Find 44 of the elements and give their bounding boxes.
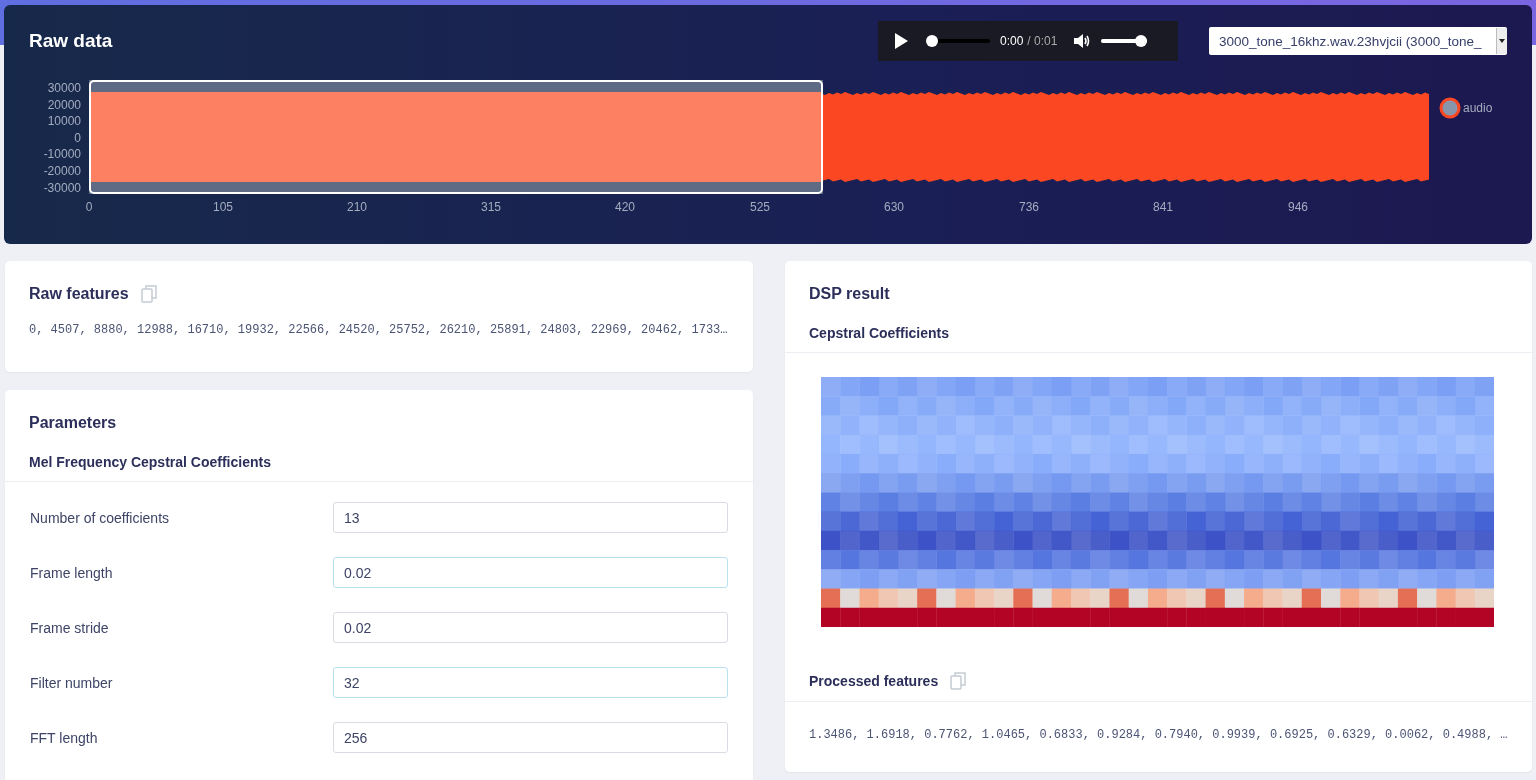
axis-label: 20000	[47, 96, 81, 114]
axis-label: 210	[347, 200, 367, 214]
axis-label: 0	[74, 129, 81, 147]
axis-label: -20000	[43, 162, 81, 180]
raw-features-values: 0, 4507, 8880, 12988, 16710, 19932, 22566, 24520, 25752, 26210, 25891, 24803, 22969, 20462, 1733…	[29, 323, 729, 337]
axis-label: -10000	[43, 146, 81, 163]
field-label: Frame length	[30, 564, 114, 581]
duration: / 0:01	[1027, 34, 1058, 48]
axis-label: 315	[481, 200, 501, 214]
volume-icon[interactable]	[1073, 33, 1092, 49]
caret-icon	[1499, 39, 1505, 43]
legend-dot-icon	[1439, 97, 1461, 119]
axis-label: 420	[615, 200, 635, 214]
processed-features-values: 1.3486, 1.6918, 0.7762, 1.0465, 0.6833, 0.9284, 0.7940, 0.9939, 0.6925, 0.6329, 0.0062, 0.4988, …	[808, 727, 1509, 742]
field-label: FFT length	[30, 729, 99, 746]
section-title: Processed features	[809, 673, 939, 689]
input-field[interactable]: 13	[333, 502, 728, 533]
panel-title: Raw data	[29, 30, 114, 52]
section-title: Mel Frequency Cepstral Coefficients	[5, 454, 753, 482]
card-title: DSP result	[808, 284, 891, 303]
axis-label: 736	[1019, 200, 1039, 214]
axis-label: -30000	[43, 179, 81, 197]
axis-label: 946	[1288, 200, 1308, 214]
sample-select[interactable]: 3000_tone_16khz.wav.23hvjcii (3000_tone_	[1209, 27, 1507, 55]
axis-label: 10000	[47, 113, 81, 130]
axis-label: 105	[213, 200, 233, 214]
card-title: Raw features	[29, 285, 129, 303]
field-label: Frame stride	[30, 619, 110, 636]
current-time: 0:00	[1000, 34, 1024, 48]
input-field[interactable]: 32	[333, 667, 728, 698]
input-field[interactable]: 0.02	[333, 612, 728, 643]
section-title: Cepstral Coefficients	[785, 325, 1532, 353]
axis-label: 630	[884, 200, 904, 214]
card-title: Parameters	[28, 413, 118, 432]
legend-label: audio	[1463, 101, 1493, 115]
play-button[interactable]	[894, 33, 910, 49]
axis-label: 841	[1153, 200, 1173, 214]
field-label: Filter number	[30, 674, 114, 691]
field-label: Number of coefficients	[30, 509, 171, 526]
axis-label: 0	[85, 200, 93, 214]
input-field[interactable]: 0.02	[333, 557, 728, 588]
input-field[interactable]: 256	[333, 722, 728, 753]
axis-label: 525	[750, 200, 770, 214]
axis-label: 30000	[47, 80, 81, 97]
